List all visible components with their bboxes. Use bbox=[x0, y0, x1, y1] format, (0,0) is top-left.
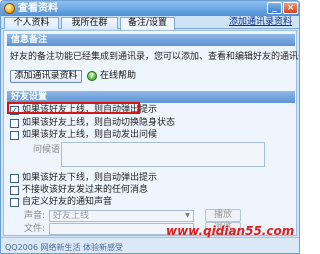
sound-select[interactable]: 好友上线 ▼ bbox=[49, 210, 194, 222]
greeting-textarea[interactable] bbox=[61, 142, 265, 167]
window-title: 查看资料 bbox=[18, 3, 58, 14]
help-icon[interactable]: ? bbox=[87, 71, 97, 81]
checkbox-custom-sound-label: 自定义好友的通知声音 bbox=[22, 197, 113, 207]
online-help-link[interactable]: 在线帮助 bbox=[100, 71, 136, 82]
sound-label: 声音: bbox=[24, 211, 46, 221]
info-section-header: 信息备注 bbox=[7, 34, 295, 46]
title-bar[interactable]: 查看资料 _ × bbox=[1, 1, 299, 16]
site-watermark: www.qidian55.com bbox=[166, 224, 295, 238]
checkbox-custom-sound-box[interactable] bbox=[10, 198, 19, 207]
tab-my-groups[interactable]: 我所在群 bbox=[61, 17, 118, 29]
add-contact-link[interactable]: 添加通讯录资料 bbox=[229, 16, 292, 29]
checkbox-online-invisible-box[interactable] bbox=[10, 119, 19, 128]
checkbox-offline-popup-box[interactable] bbox=[10, 174, 19, 183]
status-text: QQ2006 网络新生活 体验新感受 bbox=[5, 243, 124, 252]
tab-personal-info[interactable]: 个人资料 bbox=[4, 17, 59, 29]
sound-select-value: 好友上线 bbox=[53, 211, 90, 221]
minimize-button[interactable]: _ bbox=[267, 2, 282, 14]
checkbox-block-messages-box[interactable] bbox=[10, 186, 19, 195]
tab-notes-settings[interactable]: 备注/设置 bbox=[120, 17, 175, 30]
checkbox-block-messages-label: 不接收该好友发过来的任何消息 bbox=[22, 185, 149, 195]
settings-panel: 信息备注 好友的备注功能已经集成到通讯录，您可以添加、查看和编辑好友的通讯录资料… bbox=[3, 30, 300, 236]
add-contact-button[interactable]: 添加通讯录资料 bbox=[10, 70, 82, 83]
qq-app-icon bbox=[4, 3, 15, 14]
play-button[interactable]: 播放 bbox=[205, 209, 241, 222]
chevron-down-icon: ▼ bbox=[185, 212, 190, 219]
checkbox-offline-popup-label: 如果该好友下线，则自动弹出提示 bbox=[22, 173, 158, 183]
checkbox-online-greeting-box[interactable] bbox=[10, 131, 19, 140]
greeting-label: 问候语: bbox=[33, 145, 64, 155]
file-label: 文件: bbox=[24, 224, 46, 234]
highlight-box bbox=[7, 102, 140, 114]
info-description: 好友的备注功能已经集成到通讯录，您可以添加、查看和编辑好友的通讯录资料 bbox=[10, 52, 300, 62]
status-bar: QQ2006 网络新生活 体验新感受 bbox=[1, 237, 299, 253]
close-button[interactable]: × bbox=[283, 2, 298, 14]
checkbox-online-greeting-label: 如果该好友上线，则自动发出问候 bbox=[22, 130, 158, 140]
profile-window: 查看资料 _ × 个人资料 我所在群 备注/设置 添加通讯录资料 信息备注 好友… bbox=[0, 0, 300, 254]
checkbox-online-invisible-label: 如果该好友上线，则自动切换隐身状态 bbox=[22, 118, 176, 128]
